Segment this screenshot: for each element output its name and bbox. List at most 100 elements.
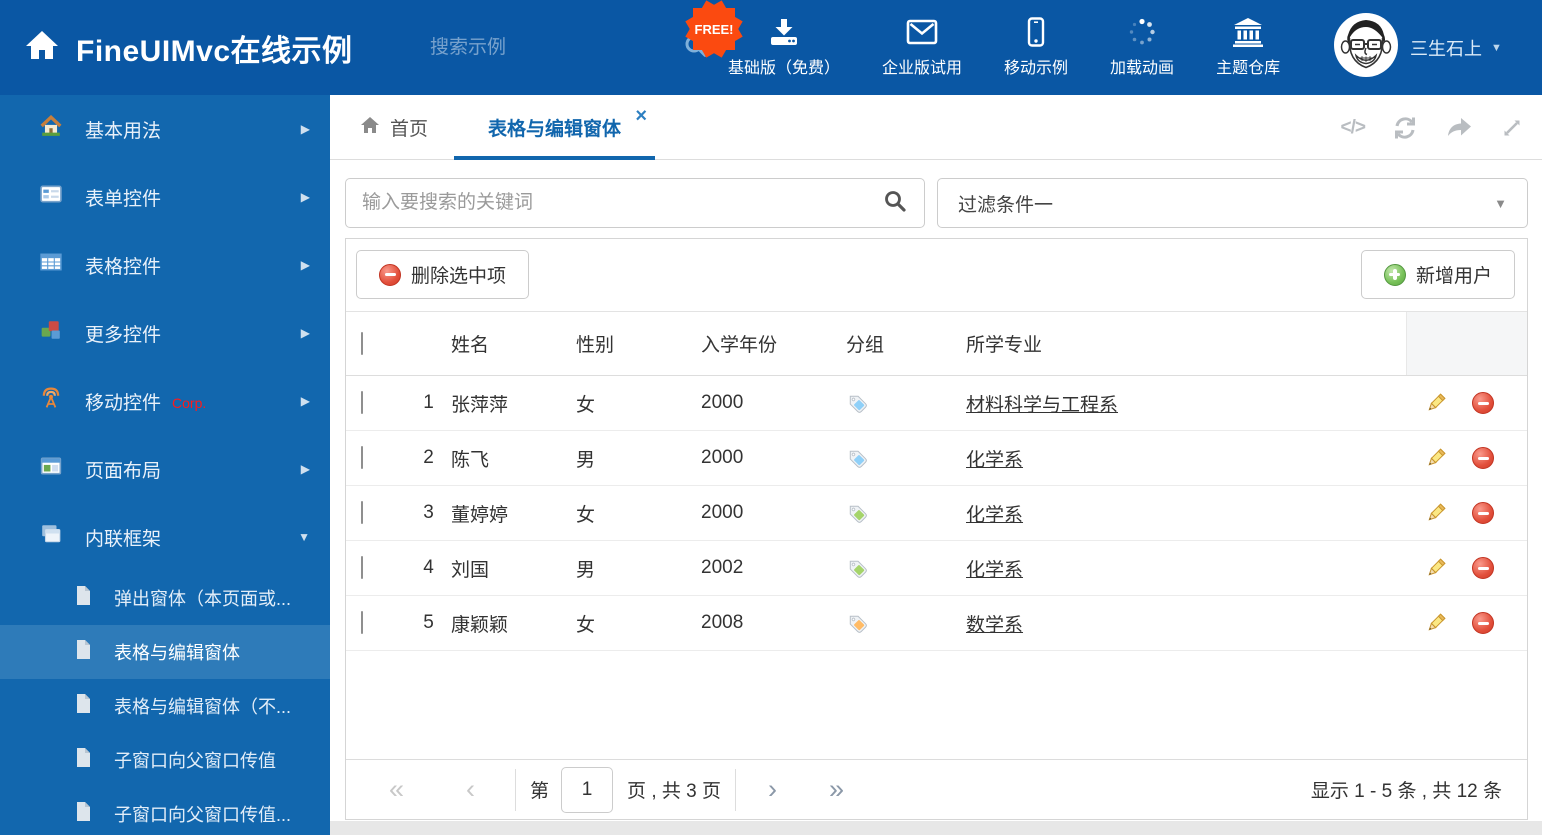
sidebar-item[interactable]: 表格控件 ▶ [0,231,330,299]
row-checkbox[interactable] [361,556,363,579]
tab-toolbar: </> [1341,95,1524,160]
username: 三生石上 [1410,38,1482,59]
logo[interactable]: FineUIMvc在线示例 [24,0,353,95]
delete-icon[interactable] [1472,447,1494,469]
tag-icon [846,502,966,524]
tab-grid-edit-window[interactable]: 表格与编辑窗体 × [454,95,656,160]
header-nav-item[interactable]: 基础版（免费） [728,17,840,78]
nav-item-label: 移动示例 [1004,60,1069,77]
row-checkbox[interactable] [361,391,363,414]
edit-icon[interactable] [1424,501,1448,525]
avatar[interactable] [1334,13,1398,77]
column-header-group[interactable]: 分组 [846,330,966,357]
nav-item-label: 基础版（免费） [728,60,841,77]
table-row[interactable]: 1 张萍萍 女 2000 材料科学与工程系 [346,376,1527,431]
sidebar-item[interactable]: 内联框架 ▼ [0,503,330,571]
tag-icon [846,612,966,634]
search-icon[interactable] [882,188,908,219]
tab-label: 首页 [390,119,429,140]
add-user-button[interactable]: 新增用户 [1360,250,1515,299]
sidebar-subitem[interactable]: 子窗口向父窗口传值... [0,787,330,835]
header-nav-item[interactable]: 移动示例 [1004,17,1068,78]
major-link[interactable]: 材料科学与工程系 [966,395,1118,416]
prev-page-button[interactable]: ‹ [466,776,475,803]
sidebar-subitem[interactable]: 子窗口向父窗口传值 [0,733,330,787]
pagination-bar: « ‹ 第 页 , 共 3 页 › » 显示 1 - 5 条 , 共 12 条 [346,759,1527,819]
sidebar-subitem-label: 表格与编辑窗体（不... [114,697,292,717]
corp-badge: Corp. [172,394,207,411]
delete-icon[interactable] [1472,392,1494,414]
edit-icon[interactable] [1424,446,1448,470]
select-all-checkbox[interactable] [361,331,363,355]
column-header-year[interactable]: 入学年份 [701,330,846,357]
delete-icon[interactable] [1472,502,1494,524]
page-prefix-label: 第 [530,781,550,802]
row-checkbox[interactable] [361,446,363,469]
major-link[interactable]: 化学系 [966,505,1023,526]
first-page-button[interactable]: « [389,776,404,803]
delete-icon[interactable] [1472,612,1494,634]
header-nav-item[interactable]: 主题仓库 [1216,17,1280,78]
header-search[interactable] [430,28,707,68]
cell-name: 刘国 [451,559,490,581]
table-row[interactable]: 2 陈飞 男 2000 化学系 [346,431,1527,486]
keyword-search-input[interactable] [362,192,882,214]
keyword-search[interactable] [345,178,925,228]
row-checkbox[interactable] [361,501,363,524]
major-link[interactable]: 化学系 [966,560,1023,581]
edit-icon[interactable] [1424,611,1448,635]
sidebar-subitem[interactable]: 弹出窗体（本页面或... [0,571,330,625]
row-index: 1 [423,392,434,413]
sidebar-subitem[interactable]: 表格与编辑窗体（不... [0,679,330,733]
cell-year: 2008 [701,612,744,633]
sidebar-subitem-label: 表格与编辑窗体 [114,643,240,663]
page-number-input[interactable] [561,766,614,813]
row-checkbox[interactable] [361,611,363,634]
header-nav-item[interactable]: 加载动画 [1110,17,1174,78]
grid-toolbar: 删除选中项 新增用户 [346,239,1527,311]
sidebar-item-label: 更多控件 [85,324,162,346]
app-title: FineUIMvc在线示例 [76,34,353,68]
sidebar-item[interactable]: 更多控件 ▶ [0,299,330,367]
tab-home[interactable]: 首页 [360,95,428,160]
last-page-button[interactable]: » [829,776,844,803]
frames-icon [40,523,62,551]
next-page-button[interactable]: › [768,776,777,803]
table-row[interactable]: 4 刘国 男 2002 化学系 [346,541,1527,596]
filter-value: 过滤条件一 [958,194,1054,216]
share-icon[interactable] [1445,116,1473,140]
edit-icon[interactable] [1424,556,1448,580]
cell-gender: 女 [576,504,596,526]
close-icon[interactable]: × [635,106,647,126]
edit-icon[interactable] [1424,391,1448,415]
sidebar-item[interactable]: 表单控件 ▶ [0,163,330,231]
view-source-icon[interactable]: </> [1341,117,1367,139]
delete-icon[interactable] [1472,557,1494,579]
column-header-name[interactable]: 姓名 [451,330,576,357]
sidebar-subitem[interactable]: 表格与编辑窗体 [0,625,330,679]
cell-name: 董婷婷 [451,504,509,526]
sidebar-item[interactable]: 基本用法 ▶ [0,95,330,163]
cell-gender: 男 [576,559,596,581]
header-nav-item[interactable]: 企业版试用 [882,17,962,78]
tag-icon [846,447,966,469]
header-search-input[interactable] [430,37,675,59]
pager-divider [735,768,737,811]
column-header-major[interactable]: 所学专业 [966,330,1406,357]
filter-dropdown[interactable]: 过滤条件一 ▼ [937,178,1528,228]
major-link[interactable]: 化学系 [966,450,1023,471]
major-link[interactable]: 数学系 [966,615,1023,636]
sidebar-subitem-label: 子窗口向父窗口传值... [114,805,292,825]
sidebar-item[interactable]: 移动控件 Corp. ▶ [0,367,330,435]
user-menu[interactable]: 三生石上 ▼ [1410,0,1502,95]
table-row[interactable]: 3 董婷婷 女 2000 化学系 [346,486,1527,541]
table-row[interactable]: 5 康颖颖 女 2008 数学系 [346,596,1527,651]
cell-name: 康颖颖 [451,614,509,636]
refresh-icon[interactable] [1392,115,1418,141]
column-header-gender[interactable]: 性别 [576,330,701,357]
record-count-summary: 显示 1 - 5 条 , 共 12 条 [1310,781,1502,802]
expand-icon[interactable] [1500,116,1524,140]
delete-selected-button[interactable]: 删除选中项 [356,250,530,299]
sidebar-item[interactable]: 页面布局 ▶ [0,435,330,503]
sidebar-item-label: 基本用法 [85,120,162,142]
